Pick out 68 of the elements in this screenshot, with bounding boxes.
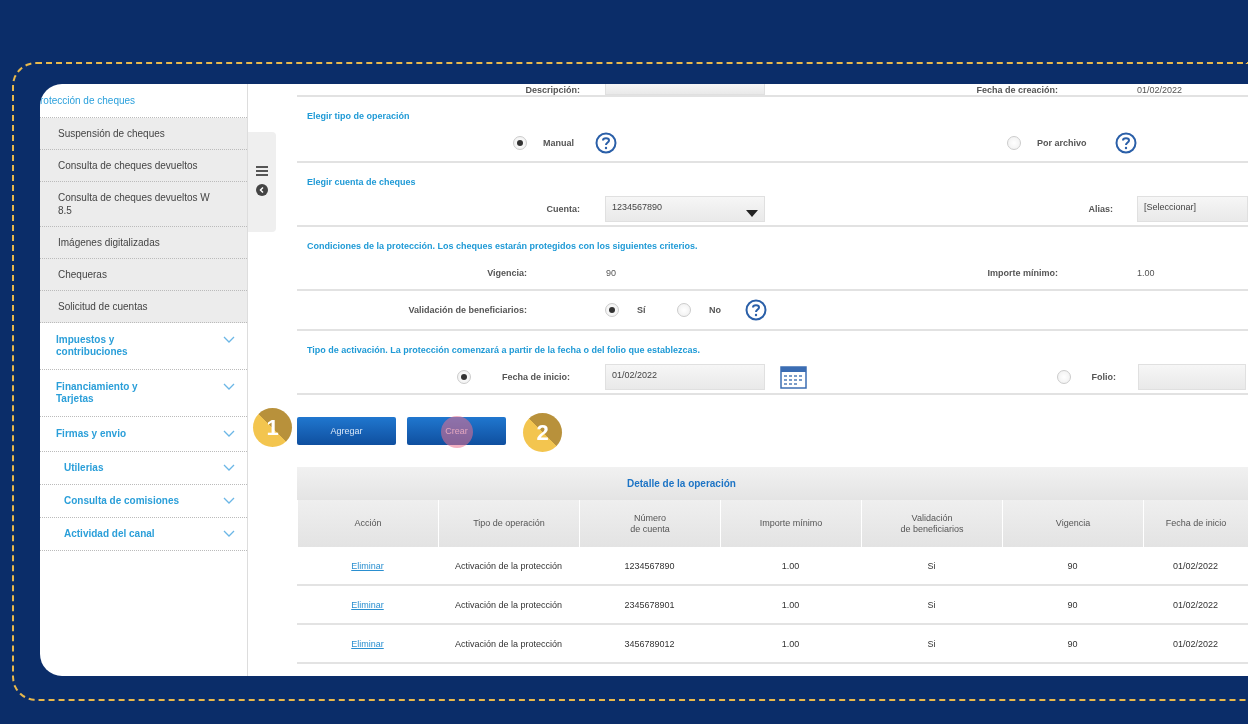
step-badge: 1 — [253, 408, 292, 447]
column-header: Vigencia — [1002, 500, 1143, 547]
column-header: Tipo de operación — [438, 500, 579, 547]
column-header: Validación de beneficiarios — [861, 500, 1002, 547]
field-label: Cuenta: — [545, 204, 580, 214]
section-heading: Tipo de activación. La protección comenzará a partir de la fecha o del folio que establezcas. — [306, 344, 701, 356]
table-cell: Si — [861, 586, 1002, 625]
section-heading: Elegir cuenta de cheques — [306, 176, 417, 188]
column-header: Número de cuenta — [579, 500, 720, 547]
table-cell: 01/02/2022 — [1143, 625, 1248, 664]
section-heading: Condiciones de la protección. Los cheques estarán protegidos con los siguientes criterios. — [306, 240, 699, 252]
account-select[interactable]: 1234567890 — [605, 196, 765, 222]
option-label: Por archivo — [1037, 138, 1088, 148]
action-button[interactable]: Crear — [407, 417, 506, 445]
delete-link[interactable]: Eliminar — [351, 599, 384, 610]
field-label: Descripción: — [524, 85, 580, 95]
sidebar-item[interactable]: Chequeras — [40, 259, 247, 291]
field-label: Fecha de inicio: — [501, 372, 570, 382]
sidebar-item[interactable]: Actividad del canal — [40, 518, 247, 551]
field-label: Importe mínimo: — [986, 268, 1058, 278]
table-title: Detalle de la operación — [297, 467, 1248, 500]
table-cell: Activación de la protección — [438, 625, 579, 664]
sidebar-item[interactable]: Imágenes digitalizadas — [40, 227, 247, 259]
delete-link[interactable]: Eliminar — [351, 560, 384, 571]
table-cell: Activación de la protección — [438, 586, 579, 625]
option-label: No — [709, 305, 722, 315]
sidebar-item[interactable]: Firmas y envio — [40, 417, 247, 452]
table-cell: 01/02/2022 — [1143, 547, 1248, 586]
table-cell: 1.00 — [720, 547, 861, 586]
delete-link[interactable]: Eliminar — [351, 638, 384, 649]
sidebar-item[interactable]: Utilerias — [40, 452, 247, 485]
table-cell: Si — [861, 547, 1002, 586]
field-label: Fecha de creación: — [975, 85, 1058, 95]
field-label: Alias: — [1087, 204, 1113, 214]
column-header: Acción — [297, 500, 438, 547]
section-heading: Elegir tipo de operación — [306, 110, 411, 122]
table-cell: 3456789012 — [579, 625, 720, 664]
field-label: Folio: — [1090, 372, 1116, 382]
table-cell: 01/02/2022 — [1143, 586, 1248, 625]
table-cell: 90 — [1002, 586, 1143, 625]
field-label: Vigencia: — [486, 268, 527, 278]
table-cell: Activación de la protección — [438, 547, 579, 586]
sidebar-item[interactable]: Consulta de cheques devueltos — [40, 150, 247, 182]
sidebar-item[interactable]: Consulta de cheques devueltos W 8.5 — [40, 182, 247, 227]
action-button[interactable]: Agregar — [297, 417, 396, 445]
sidebar-item[interactable]: Impuestos y contribuciones — [40, 323, 247, 370]
sidebar-item[interactable]: Solicitud de cuentas — [40, 291, 247, 323]
column-header: Importe mínimo — [720, 500, 861, 547]
table-cell: 1.00 — [720, 586, 861, 625]
table-cell: 1234567890 — [579, 547, 720, 586]
field-label: Validación de beneficiarios: — [407, 305, 527, 315]
table-cell: 90 — [1002, 625, 1143, 664]
option-label: Manual — [543, 138, 575, 148]
sidebar-item[interactable]: Financiamiento y Tarjetas — [40, 370, 247, 417]
column-header: Fecha de inicio — [1143, 500, 1248, 547]
alias-select[interactable]: [Seleccionar] — [1137, 196, 1248, 222]
field-value: 01/02/2022 — [1137, 85, 1183, 95]
sidebar-item[interactable]: Consulta de comisiones — [40, 485, 247, 518]
field-value: 90 — [606, 268, 617, 278]
date-field[interactable]: 01/02/2022 — [605, 364, 765, 390]
table-cell: Si — [861, 625, 1002, 664]
field-value: 1.00 — [1137, 268, 1155, 278]
table-cell: 90 — [1002, 547, 1143, 586]
step-badge: 2 — [523, 413, 562, 452]
sidebar-item[interactable]: Suspensión de cheques — [40, 118, 247, 150]
option-label: Sí — [637, 305, 647, 315]
table-cell: 1.00 — [720, 625, 861, 664]
table-cell: 2345678901 — [579, 586, 720, 625]
